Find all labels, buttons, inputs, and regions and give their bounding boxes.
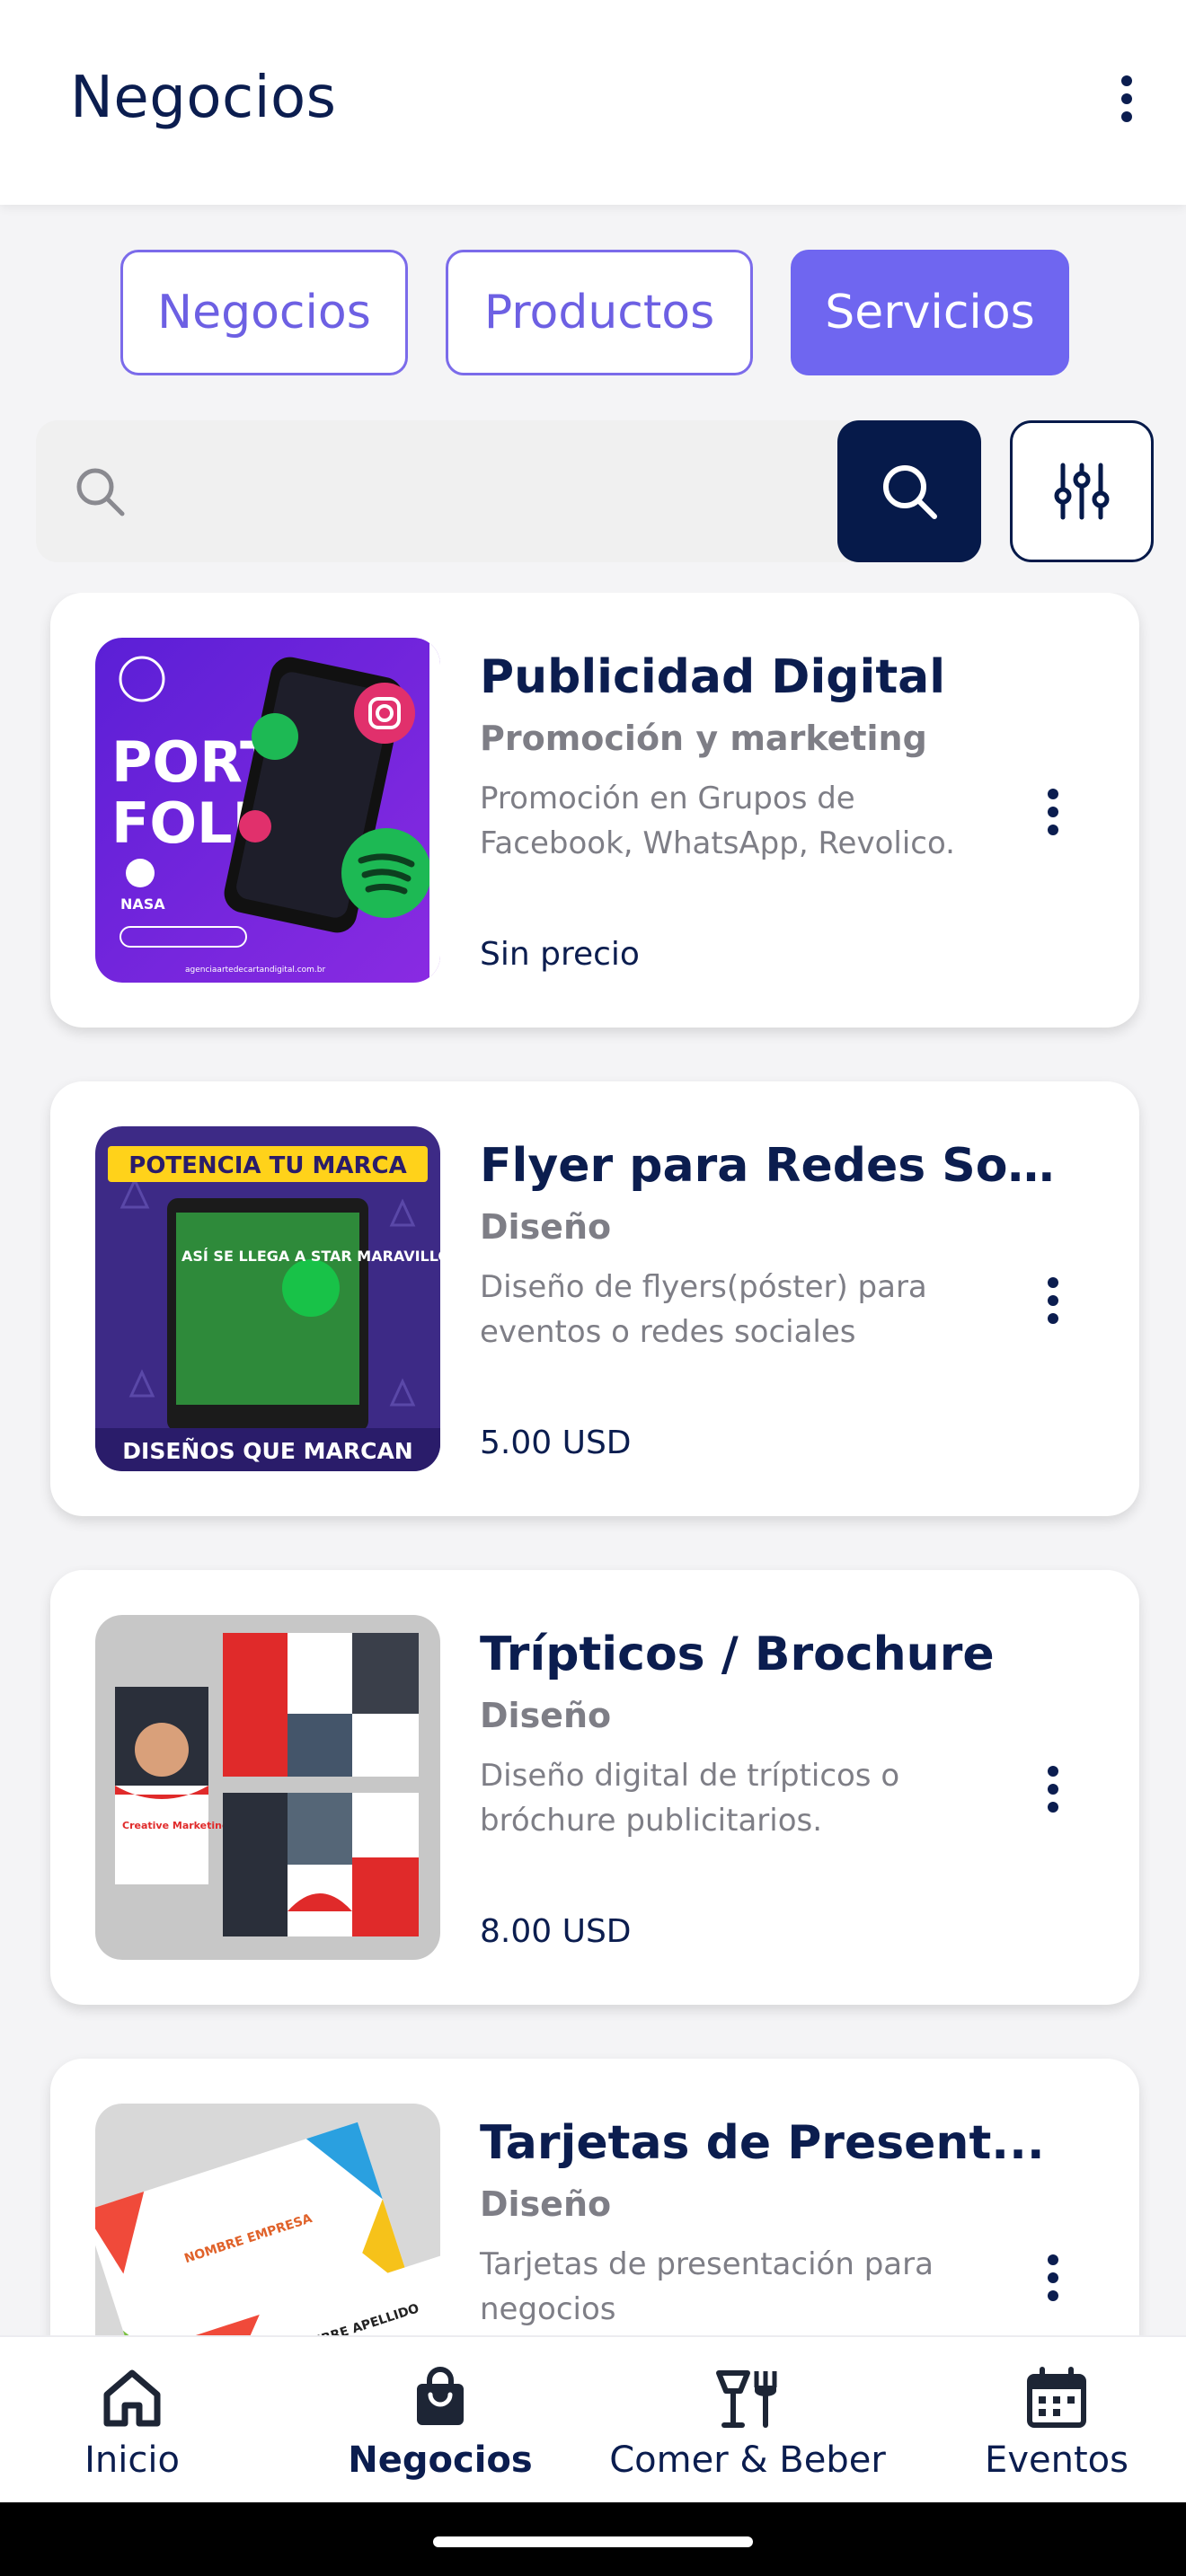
- service-thumbnail: NOMBRE EMPRESA NOMBRE APELLIDO: [95, 2104, 440, 2335]
- service-description: Tarjetas de presentación para negocios: [480, 2246, 934, 2327]
- service-card-tripticos[interactable]: Creative Marketing Agency Trípticos / Br…: [50, 1570, 1139, 2005]
- service-thumbnail: Creative Marketing Agency: [95, 1615, 440, 1960]
- service-thumbnail: PORT FOLIO NASA agenciaartedecartandigit…: [95, 638, 440, 983]
- nav-label-negocios: Negocios: [348, 2439, 533, 2481]
- service-price: 5.00 USD: [480, 1425, 632, 1461]
- search-icon: [76, 468, 125, 516]
- thumb-text-middle: ASÍ SE LLEGA A STAR MARAVILLOSO: [181, 1248, 440, 1265]
- service-category: Diseño: [480, 1207, 612, 1247]
- shopping-bag-icon: [417, 2367, 464, 2425]
- tab-negocios[interactable]: Negocios: [120, 250, 408, 375]
- service-title: Trípticos / Brochure: [480, 1628, 995, 1681]
- restaurant-icon: [716, 2370, 777, 2428]
- nav-item-negocios[interactable]: Negocios: [332, 2337, 548, 2504]
- nav-item-comer-beber[interactable]: Comer & Beber: [604, 2337, 891, 2504]
- filter-button[interactable]: [1010, 420, 1154, 562]
- service-card-tarjetas[interactable]: NOMBRE EMPRESA NOMBRE APELLIDO Tarjetas …: [50, 2059, 1139, 2335]
- more-options-icon[interactable]: [1035, 2251, 1071, 2305]
- service-title: Tarjetas de Present...: [480, 2116, 1045, 2170]
- service-price: Sin precio: [480, 936, 640, 973]
- thumb-text-top: POTENCIA TU MARCA: [128, 1152, 406, 1179]
- nav-item-eventos[interactable]: Eventos: [967, 2337, 1146, 2504]
- service-card-flyer[interactable]: POTENCIA TU MARCA ASÍ SE LLEGA A STAR MA…: [50, 1081, 1139, 1516]
- tab-servicios[interactable]: Servicios: [791, 250, 1069, 375]
- page-title: Negocios: [70, 65, 337, 131]
- sliders-icon: [1054, 463, 1110, 520]
- services-list: PORT FOLIO NASA agenciaartedecartandigit…: [0, 593, 1186, 2335]
- home-icon: [103, 2369, 161, 2427]
- nav-label-comer-beber: Comer & Beber: [609, 2439, 886, 2481]
- gesture-handle[interactable]: [433, 2536, 753, 2547]
- service-category: Diseño: [480, 2184, 612, 2224]
- nav-item-inicio[interactable]: Inicio: [36, 2337, 228, 2504]
- category-tabs: Negocios Productos Servicios: [0, 250, 1186, 375]
- tab-productos[interactable]: Productos: [446, 250, 753, 375]
- more-options-icon[interactable]: [1035, 1274, 1071, 1328]
- search-icon: [883, 465, 937, 519]
- service-card-publicidad-digital[interactable]: PORT FOLIO NASA agenciaartedecartandigit…: [50, 593, 1139, 1028]
- service-price: 8.00 USD: [480, 1913, 632, 1950]
- service-title: Publicidad Digital: [480, 650, 946, 704]
- more-options-icon[interactable]: [1035, 785, 1071, 839]
- service-thumbnail: POTENCIA TU MARCA ASÍ SE LLEGA A STAR MA…: [95, 1126, 440, 1471]
- nav-label-inicio: Inicio: [84, 2439, 180, 2481]
- nav-label-eventos: Eventos: [985, 2439, 1128, 2481]
- thumb-text-url: agenciaartedecartandigital.com.br: [185, 966, 326, 975]
- app-bar: Negocios: [0, 0, 1186, 205]
- service-description: Promoción en Grupos de Facebook, WhatsAp…: [480, 781, 955, 861]
- more-options-icon[interactable]: [1035, 1762, 1071, 1816]
- thumb-text-nasa: NASA: [120, 895, 165, 913]
- thumb-text-bottom: DISEÑOS QUE MARCAN: [122, 1438, 412, 1464]
- search-button[interactable]: [837, 420, 981, 562]
- calendar-icon: [1027, 2367, 1086, 2428]
- service-category: Promoción y marketing: [480, 719, 927, 758]
- bottom-navigation: Inicio Negocios Comer & Beber Eventos: [0, 2335, 1186, 2502]
- service-category: Diseño: [480, 1696, 612, 1735]
- more-options-icon[interactable]: [1107, 70, 1146, 128]
- service-title: Flyer para Redes So...: [480, 1139, 1055, 1193]
- service-description: Diseño digital de trípticos o bróchure p…: [480, 1758, 900, 1839]
- service-description: Diseño de flyers(póster) para eventos o …: [480, 1269, 927, 1350]
